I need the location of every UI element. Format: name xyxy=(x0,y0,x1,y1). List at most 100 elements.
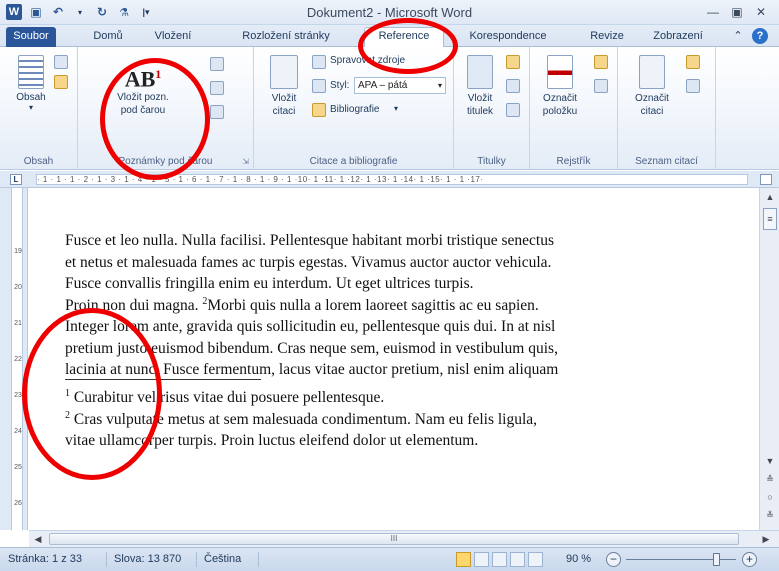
document-line: pretium justo euismod bibendum. Cras neq… xyxy=(65,339,558,357)
zoom-out-icon[interactable]: − xyxy=(606,552,621,567)
vertical-ruler[interactable]: 19 20 21 22 23 24 25 26 xyxy=(0,188,28,530)
document-line: et netus et malesuada fames ac turpis eg… xyxy=(65,253,552,271)
scroll-left-icon[interactable]: ◀ xyxy=(31,532,45,546)
line-text: Proin non dui magna. xyxy=(65,296,203,314)
footnotes-area[interactable]: 1 Curabitur vel risus vitae dui posuere … xyxy=(65,387,695,452)
zoom-level[interactable]: 90 % xyxy=(566,553,591,565)
style-label: Styl: xyxy=(330,80,350,91)
insert-caption-label: Vložit titulek xyxy=(466,93,494,117)
help-icon[interactable]: ? xyxy=(752,28,768,44)
dialog-launcher-icon[interactable]: ⇲ xyxy=(242,157,249,166)
ruler-scale[interactable]: · 1 · 1 · 1 · 2 · 1 · 3 · 1 · 4 · 1 · 5 … xyxy=(36,174,748,185)
group-citations: Vložit citaci Spravovat zdroje Styl: APA… xyxy=(254,47,454,170)
close-icon[interactable]: ✕ xyxy=(752,4,770,20)
vruler-tick: 21 xyxy=(14,320,22,327)
group-label-index: Rejstřík xyxy=(556,156,591,167)
bibliography-icon[interactable] xyxy=(312,103,326,117)
full-screen-view-icon[interactable] xyxy=(474,552,489,567)
footnote-ab-icon: AB1 xyxy=(124,66,162,92)
tab-view[interactable]: Zobrazení xyxy=(644,28,712,47)
insert-caption-button[interactable]: Vložit titulek xyxy=(460,55,500,118)
scroll-thumb[interactable]: ≡ xyxy=(763,208,777,230)
vertical-scrollbar[interactable]: ▲ ≡ ▼ ≙ ○ ≚ xyxy=(759,188,779,530)
scroll-right-icon[interactable]: ▶ xyxy=(759,532,773,546)
tab-reference[interactable]: Reference xyxy=(364,27,444,48)
vruler-tick: 22 xyxy=(14,356,22,363)
chevron-down-icon: ▾ xyxy=(28,103,33,112)
next-footnote-icon[interactable] xyxy=(210,81,224,95)
ribbon: Obsah ▾ Obsah AB1 Vložit pozn. pod čarou… xyxy=(0,47,779,170)
mark-citation-button[interactable]: Označit citaci xyxy=(628,55,676,118)
mark-citation-icon xyxy=(639,55,665,89)
group-label-table-authorities: Seznam citací xyxy=(635,156,698,167)
title-bar: W ▣ ↶ ▾ ↻ ⚗ |▾ Dokument2 - Microsoft Wor… xyxy=(0,0,779,25)
footnote-separator xyxy=(65,379,261,380)
group-label-captions: Titulky xyxy=(477,156,506,167)
update-table-icon[interactable] xyxy=(54,75,68,89)
mark-entry-button[interactable]: Označit položku xyxy=(536,55,584,118)
document-line: Proin non dui magna. 2Morbi quis nulla a… xyxy=(65,295,695,317)
tab-selector[interactable]: L xyxy=(10,174,22,185)
chevron-down-icon: ▾ xyxy=(437,81,442,90)
group-label-footnotes: Poznámky pod čarou xyxy=(118,156,213,167)
show-notes-icon[interactable] xyxy=(210,105,224,119)
tab-mailings[interactable]: Korespondence xyxy=(460,28,556,47)
horizontal-scroll-thumb[interactable]: III xyxy=(49,533,739,545)
insert-citation-button[interactable]: Vložit citaci xyxy=(262,55,306,118)
group-label-toc: Obsah xyxy=(23,156,54,167)
draft-view-icon[interactable] xyxy=(528,552,543,567)
add-text-icon[interactable] xyxy=(54,55,68,69)
manage-sources-label[interactable]: Spravovat zdroje xyxy=(330,55,405,66)
scroll-down-icon[interactable]: ▼ xyxy=(763,454,777,468)
ribbon-minimize-icon[interactable]: ⌃ xyxy=(732,28,744,47)
ruler-icon[interactable] xyxy=(760,174,772,185)
horizontal-scrollbar[interactable]: ◀ III ▶ xyxy=(29,530,779,547)
maximize-icon[interactable]: ▣ xyxy=(728,4,746,20)
document-body[interactable]: Fusce et leo nulla. Nulla facilisi. Pell… xyxy=(65,230,695,381)
zoom-in-icon[interactable]: + xyxy=(742,552,757,567)
next-page-icon[interactable]: ≚ xyxy=(763,508,777,522)
document-line: Fusce et leo nulla. Nulla facilisi. Pell… xyxy=(65,232,554,249)
table-figures-icon[interactable] xyxy=(506,55,520,69)
mark-entry-icon xyxy=(547,55,573,89)
bibliography-label[interactable]: Bibliografie xyxy=(330,104,379,115)
vertical-ruler-scale[interactable]: 19 20 21 22 23 24 25 26 xyxy=(11,188,23,530)
toc-button[interactable]: Obsah ▾ xyxy=(10,55,52,112)
tab-home[interactable]: Domů xyxy=(88,28,128,47)
insert-table-authorities-icon[interactable] xyxy=(686,55,700,69)
insert-caption-icon xyxy=(467,55,493,89)
group-table-authorities: Označit citaci Seznam citací xyxy=(618,47,716,170)
update-index-icon[interactable] xyxy=(594,79,608,93)
document-canvas[interactable]: Fusce et leo nulla. Nulla facilisi. Pell… xyxy=(29,188,759,530)
tab-review[interactable]: Revize xyxy=(584,28,630,47)
insert-footnote-button[interactable]: AB1 Vložit pozn. pod čarou xyxy=(108,57,178,117)
minimize-icon[interactable]: — xyxy=(704,4,722,20)
word-count[interactable]: Slova: 13 870 xyxy=(114,553,181,565)
update-table-authorities-icon[interactable] xyxy=(686,79,700,93)
zoom-slider-handle[interactable] xyxy=(712,553,720,566)
previous-page-icon[interactable]: ≙ xyxy=(763,472,777,486)
tab-file[interactable]: Soubor xyxy=(6,27,56,47)
tab-page-layout[interactable]: Rozložení stránky xyxy=(232,28,340,47)
web-layout-view-icon[interactable] xyxy=(492,552,507,567)
update-figures-icon[interactable] xyxy=(506,79,520,93)
toc-icon xyxy=(18,55,44,89)
cross-reference-icon[interactable] xyxy=(506,103,520,117)
horizontal-ruler[interactable]: L · 1 · 1 · 1 · 2 · 1 · 3 · 1 · 4 · 1 · … xyxy=(0,171,779,188)
line-text: Morbi quis nulla a lorem laoreet sagitti… xyxy=(207,296,539,314)
insert-endnote-icon[interactable] xyxy=(210,57,224,71)
style-select[interactable]: APA – pátá ▾ xyxy=(354,77,446,94)
manage-sources-icon[interactable] xyxy=(312,55,326,69)
vruler-tick: 23 xyxy=(14,392,22,399)
language-indicator[interactable]: Čeština xyxy=(204,553,241,565)
scroll-up-icon[interactable]: ▲ xyxy=(763,190,777,204)
outline-view-icon[interactable] xyxy=(510,552,525,567)
document-line: lacinia at nunc. Fusce fermentum, lacus … xyxy=(65,361,559,378)
select-browse-object-icon[interactable]: ○ xyxy=(763,490,777,504)
tab-insert[interactable]: Vložení xyxy=(146,28,200,47)
insert-index-icon[interactable] xyxy=(594,55,608,69)
status-divider xyxy=(258,552,259,567)
page-count[interactable]: Stránka: 1 z 33 xyxy=(8,553,82,565)
footnote-text: vitae ullamcorper turpis. Proin luctus e… xyxy=(65,432,479,449)
print-layout-view-icon[interactable] xyxy=(456,552,471,567)
